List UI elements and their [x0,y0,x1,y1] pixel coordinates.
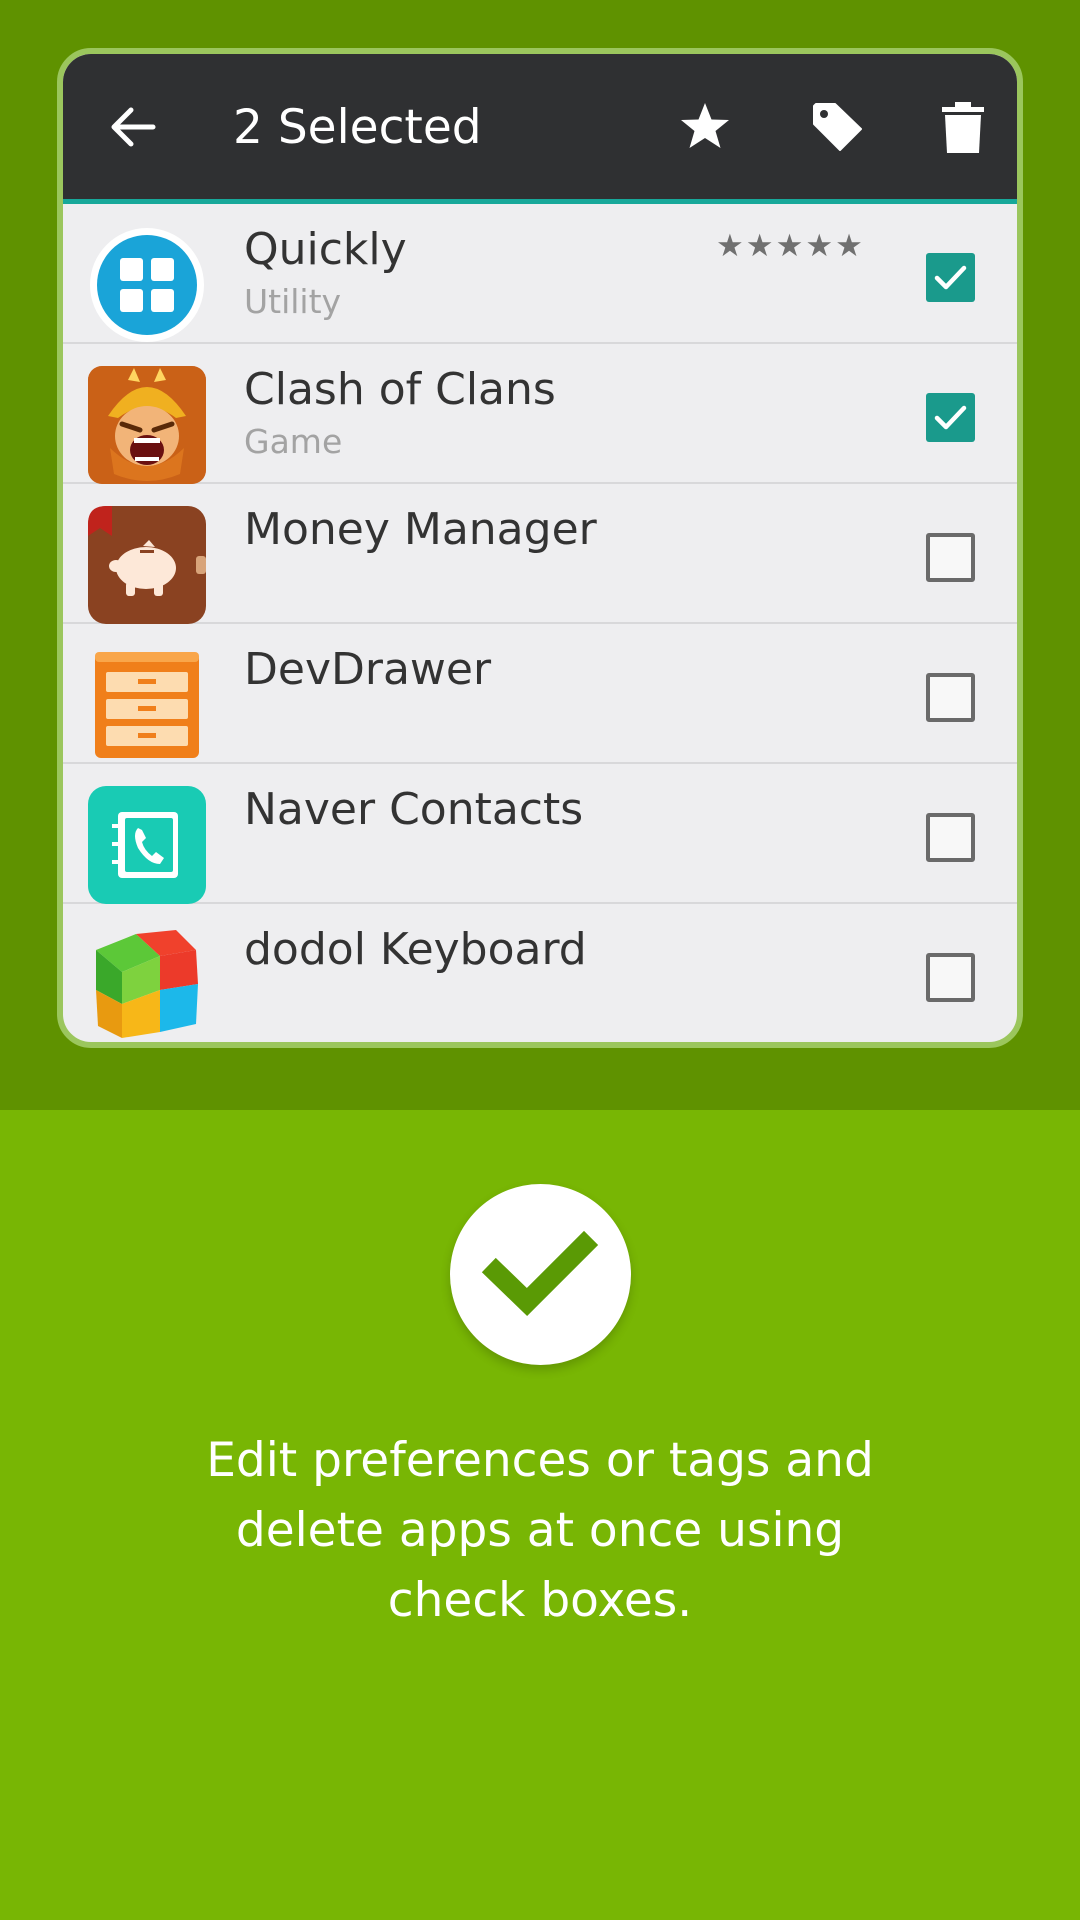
star-icon[interactable] [675,97,735,157]
trash-icon[interactable] [933,97,993,157]
selection-count-title: 2 Selected [233,100,482,155]
app-name: Clash of Clans [244,364,556,415]
phone-screen-card: 2 Selected Quickly Utility ★★★★★ Clash o… [57,48,1023,1048]
app-checkbox-money-manager[interactable] [926,533,975,582]
app-row-clash-of-clans[interactable]: Clash of Clans Game [63,344,1017,484]
check-badge [450,1184,631,1365]
app-checkbox-naver-contacts[interactable] [926,813,975,862]
caption-line: Edit preferences or tags and [206,1433,874,1488]
money-manager-app-icon [88,506,206,624]
app-checkbox-dodol-keyboard[interactable] [926,953,975,1002]
app-row-dodol-keyboard[interactable]: dodol Keyboard [63,904,1017,1042]
quickly-app-icon [90,228,204,342]
action-bar: 2 Selected [63,54,1017,204]
app-list: Quickly Utility ★★★★★ Clash of Clans Gam… [63,204,1017,1042]
app-checkbox-quickly[interactable] [926,253,975,302]
tag-icon[interactable] [807,97,867,157]
caption-line: check boxes. [387,1573,693,1628]
app-checkbox-clash-of-clans[interactable] [926,393,975,442]
app-row-naver-contacts[interactable]: Naver Contacts [63,764,1017,904]
app-name: DevDrawer [244,644,492,695]
checkmark-icon [934,265,967,290]
caption-line: delete apps at once using [235,1503,845,1558]
app-category: Utility [244,282,342,321]
naver-contacts-app-icon [88,786,206,904]
app-name: Naver Contacts [244,784,584,835]
devdrawer-app-icon [95,652,199,758]
app-name: Quickly [244,224,407,275]
app-row-devdrawer[interactable]: DevDrawer [63,624,1017,764]
checkmark-icon [481,1230,599,1317]
app-checkbox-devdrawer[interactable] [926,673,975,722]
back-arrow-icon[interactable] [103,97,163,157]
app-row-quickly[interactable]: Quickly Utility ★★★★★ [63,204,1017,344]
app-row-money-manager[interactable]: Money Manager [63,484,1017,624]
feature-caption: Edit preferences or tags and delete apps… [120,1426,960,1636]
dodol-keyboard-app-icon [96,930,198,1038]
checkmark-icon [934,405,967,430]
app-category: Game [244,422,343,461]
clash-of-clans-app-icon [88,366,206,484]
app-name: dodol Keyboard [244,924,587,975]
app-name: Money Manager [244,504,597,555]
rating-stars: ★★★★★ [716,228,865,264]
